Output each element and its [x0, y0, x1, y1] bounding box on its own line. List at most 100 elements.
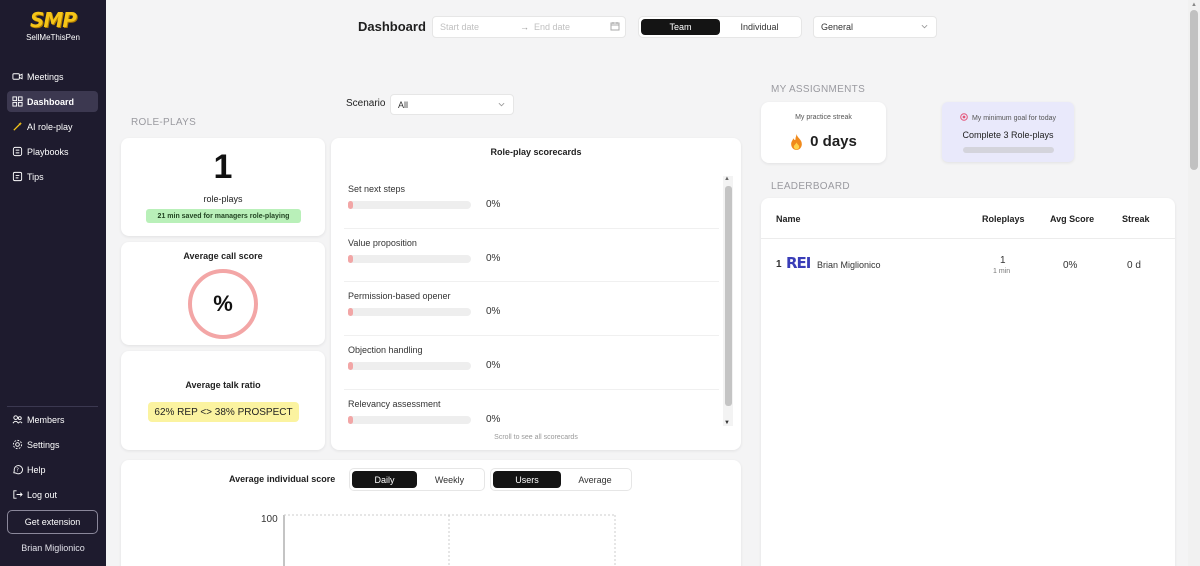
scenario-select-value: All — [398, 99, 409, 110]
scorecard-progress-bar — [348, 308, 471, 317]
leaderboard-col-streak: Streak — [1122, 214, 1150, 224]
date-arrow-icon: → — [520, 22, 529, 32]
scorecard-divider — [344, 281, 719, 283]
tab-team[interactable]: Team — [641, 19, 720, 35]
scroll-up-arrow-icon[interactable]: ▲ — [724, 176, 730, 182]
scorecard-progress-fill — [348, 308, 353, 317]
current-user-name[interactable]: Brian Miglionico — [0, 543, 106, 553]
sidebar-item-members[interactable]: Members — [7, 409, 98, 430]
tab-average[interactable]: Average — [561, 471, 629, 488]
scorecard-label: Permission-based opener — [348, 291, 451, 302]
scenario-label: Scenario — [346, 98, 386, 109]
sidebar-item-meetings[interactable]: Meetings — [7, 66, 98, 87]
tab-daily[interactable]: Daily — [352, 471, 417, 488]
leaderboard-col-roleplays: Roleplays — [982, 214, 1025, 224]
scorecard-progress-fill — [348, 362, 353, 371]
scorecard-percent: 0% — [486, 360, 501, 372]
scroll-up-arrow-icon[interactable]: ▲ — [1191, 2, 1197, 8]
scorecard-label: Relevancy assessment — [348, 398, 441, 409]
sidebar-item-tips[interactable]: Tips — [7, 166, 98, 187]
sidebar-item-label: Log out — [27, 489, 58, 500]
leaderboard-user-name: Brian Miglionico — [817, 260, 881, 270]
talk-ratio-badge: 62% REP <> 38% PROSPECT — [148, 402, 299, 422]
y-axis-tick: 100 — [261, 514, 278, 525]
help-icon: ? — [12, 464, 23, 475]
daily-goal-progress-bar — [963, 147, 1054, 153]
scorecards-scrollbar[interactable]: ▲ ▼ — [723, 176, 733, 426]
get-extension-button[interactable]: Get extension — [7, 510, 98, 534]
scorecard-progress-bar — [348, 415, 471, 424]
page-scrollbar[interactable]: ▲ — [1188, 0, 1200, 566]
scenario-select[interactable]: All — [390, 94, 514, 115]
leaderboard-duration: 1 min — [993, 268, 1011, 275]
scorecard-divider — [344, 335, 719, 337]
scorecard-progress-bar — [348, 201, 471, 209]
scorecard-label: Set next steps — [348, 184, 406, 194]
scorecard-progress-fill — [348, 201, 353, 209]
scorecard-divider — [344, 388, 719, 390]
doc-icon — [12, 171, 23, 182]
scorecard-label: Value proposition — [348, 237, 417, 248]
avg-call-score-ring: % — [188, 269, 258, 339]
sidebar-item-label: Help — [27, 464, 46, 475]
start-date-input[interactable]: Start date — [440, 22, 479, 32]
sidebar-item-settings[interactable]: Settings — [7, 434, 98, 455]
target-icon — [960, 113, 968, 121]
scorecard-percent: 0% — [486, 199, 501, 210]
sidebar-item-label: Tips — [27, 171, 44, 182]
team-individual-toggle[interactable]: Team Individual — [638, 16, 802, 38]
scorecards-scrollbar-thumb[interactable] — [725, 186, 732, 406]
tab-users[interactable]: Users — [493, 471, 561, 488]
avg-call-score-title: Average call score — [183, 251, 263, 261]
leaderboard-roleplays: 1 — [1000, 255, 1006, 266]
scroll-down-arrow-icon[interactable]: ▼ — [724, 420, 730, 426]
calendar-icon[interactable] — [610, 21, 620, 33]
avg-talk-ratio-title: Average talk ratio — [185, 380, 261, 390]
date-range-picker[interactable]: Start date → End date — [432, 16, 626, 38]
avg-call-score-card: Average call score % — [121, 242, 325, 345]
chevron-down-icon — [921, 24, 928, 29]
sidebar-item-label: AI role-play — [27, 121, 73, 132]
roleplays-section-title: ROLE-PLAYS — [131, 117, 197, 128]
practice-streak-value: 0 days — [810, 133, 857, 150]
scorecards-title: Role-play scorecards — [490, 147, 582, 157]
page-scrollbar-thumb[interactable] — [1190, 10, 1198, 170]
tab-individual[interactable]: Individual — [720, 19, 799, 35]
mode-toggle[interactable]: Users Average — [490, 468, 632, 491]
sidebar-item-label: Playbooks — [27, 146, 69, 157]
sidebar-item-logout[interactable]: Log out — [7, 484, 98, 505]
period-toggle[interactable]: Daily Weekly — [349, 468, 485, 491]
time-saved-badge: 21 min saved for managers role-playing — [146, 209, 301, 223]
svg-text:?: ? — [16, 467, 19, 473]
leaderboard-col-name: Name — [776, 214, 801, 224]
book-icon — [12, 146, 23, 157]
sidebar-item-ai-role-play[interactable]: AI role-play — [7, 116, 98, 137]
leaderboard-col-avg-score: Avg Score — [1050, 214, 1095, 224]
leaderboard-avg-score: 0% — [1063, 260, 1078, 271]
end-date-input[interactable]: End date — [534, 22, 570, 32]
practice-streak-card: My practice streak 0 days — [761, 102, 886, 163]
scorecard-progress-bar — [348, 362, 471, 371]
sidebar-item-label: Members — [27, 414, 65, 425]
daily-goal-text: Complete 3 Role-plays — [962, 130, 1054, 140]
group-select-value: General — [821, 22, 854, 32]
tab-weekly[interactable]: Weekly — [417, 471, 482, 488]
scorecard-progress-bar — [348, 254, 471, 263]
sidebar-divider — [7, 406, 98, 407]
roleplays-count: 1 — [213, 148, 233, 186]
video-icon — [12, 71, 23, 82]
chevron-down-icon — [498, 102, 505, 106]
sidebar-item-playbooks[interactable]: Playbooks — [7, 141, 98, 162]
sidebar-item-help[interactable]: ? Help — [7, 459, 98, 480]
group-select[interactable]: General — [813, 16, 937, 38]
sidebar-item-label: Dashboard — [27, 96, 75, 107]
fire-icon — [791, 133, 802, 150]
sidebar-item-dashboard[interactable]: Dashboard — [7, 91, 98, 112]
avatar: REI — [786, 254, 811, 272]
scorecard-percent: 0% — [486, 413, 501, 425]
brand-logo[interactable]: SMP SellMeThisPen — [0, 8, 106, 42]
scorecard-percent: 0% — [486, 306, 501, 318]
practice-streak-label: My practice streak — [795, 114, 852, 121]
daily-goal-card: My minimum goal for today Complete 3 Rol… — [942, 102, 1074, 162]
sidebar-item-label: Settings — [27, 439, 60, 450]
